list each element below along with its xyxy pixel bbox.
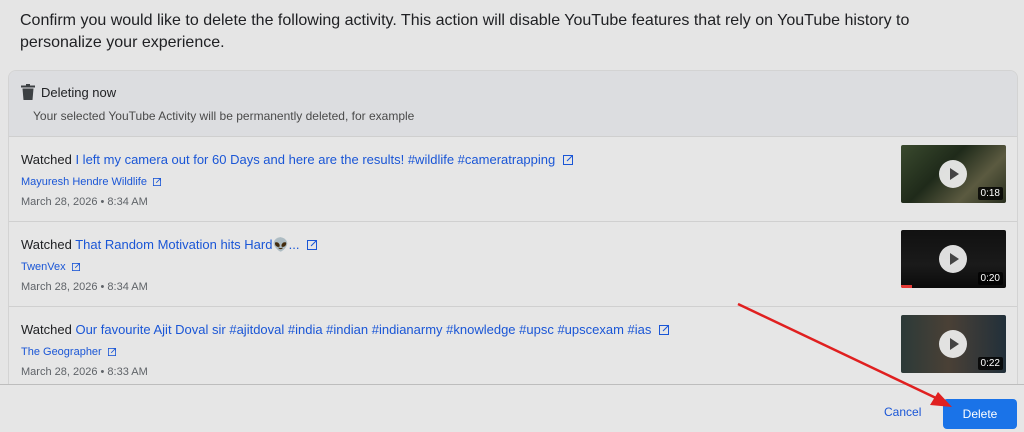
channel-link[interactable]: The Geographer <box>21 346 102 358</box>
deletion-preview-card: Deleting now Your selected YouTube Activ… <box>8 70 1018 388</box>
external-link-icon[interactable] <box>307 240 318 250</box>
video-duration: 0:18 <box>977 187 1003 200</box>
delete-button[interactable]: Delete <box>943 399 1017 429</box>
channel-link[interactable]: Mayuresh Hendre Wildlife <box>21 176 147 188</box>
external-link-icon[interactable] <box>153 178 161 186</box>
trash-icon <box>21 84 35 100</box>
watch-date: March 28, 2026 • 8:34 AM <box>21 196 148 208</box>
confirm-message: Confirm you would like to delete the fol… <box>20 12 910 51</box>
external-link-icon[interactable] <box>107 348 116 356</box>
external-link-icon[interactable] <box>562 155 573 165</box>
video-duration: 0:22 <box>977 357 1003 370</box>
activity-item: Watched I left my camera out for 60 Days… <box>9 137 1017 222</box>
activity-prefix: Watched <box>21 237 72 252</box>
watch-progress-bar <box>901 285 912 288</box>
play-icon[interactable] <box>939 330 967 358</box>
activity-prefix: Watched <box>21 152 72 167</box>
external-link-icon[interactable] <box>659 325 670 335</box>
card-subtitle: Your selected YouTube Activity will be p… <box>33 109 415 123</box>
video-title-link[interactable]: Our favourite Ajit Doval sir #ajitdoval … <box>75 322 651 337</box>
watch-date: March 28, 2026 • 8:33 AM <box>21 366 148 378</box>
card-header: Deleting now Your selected YouTube Activ… <box>9 71 1017 137</box>
external-link-icon[interactable] <box>71 263 80 271</box>
channel-link[interactable]: TwenVex <box>21 261 66 273</box>
card-title: Deleting now <box>41 85 117 100</box>
play-icon[interactable] <box>939 245 967 273</box>
video-thumbnail[interactable]: 0:22 <box>901 315 1006 373</box>
activity-item: Watched Our favourite Ajit Doval sir #aj… <box>9 307 1017 388</box>
dialog-footer: Cancel Delete <box>0 384 1024 432</box>
video-thumbnail[interactable]: 0:18 <box>901 145 1006 203</box>
video-title-link[interactable]: That Random Motivation hits Hard👽... <box>75 237 299 252</box>
video-thumbnail[interactable]: 0:20 <box>901 230 1006 288</box>
activity-item: Watched That Random Motivation hits Hard… <box>9 222 1017 307</box>
cancel-button[interactable]: Cancel <box>872 399 933 425</box>
video-title-link[interactable]: I left my camera out for 60 Days and her… <box>75 152 555 167</box>
video-duration: 0:20 <box>977 272 1003 285</box>
activity-prefix: Watched <box>21 322 72 337</box>
watch-date: March 28, 2026 • 8:34 AM <box>21 281 148 293</box>
play-icon[interactable] <box>939 160 967 188</box>
